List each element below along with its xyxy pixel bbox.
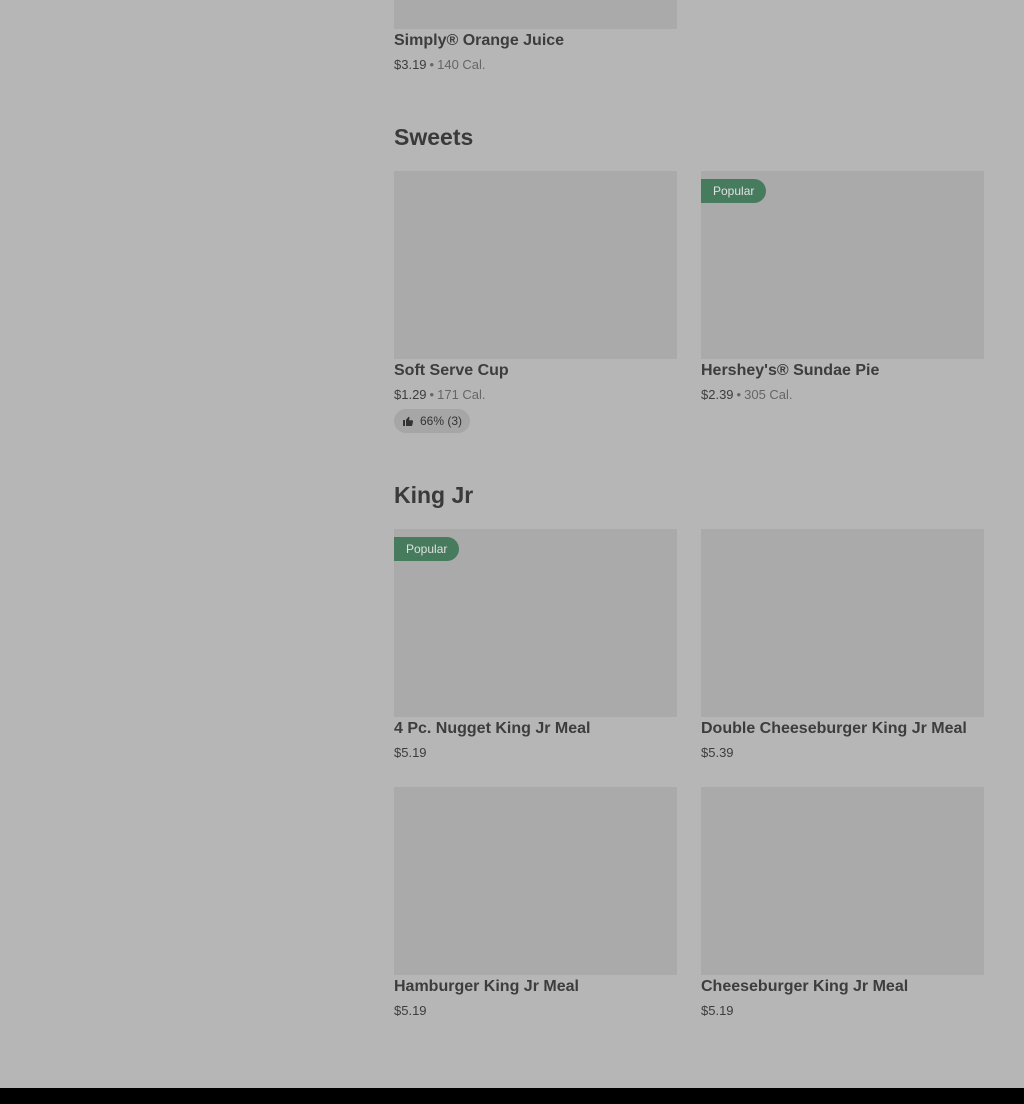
item-meta: $2.39 • 305 Cal. <box>701 387 793 402</box>
item-image <box>701 529 984 717</box>
item-name: Cheeseburger King Jr Meal <box>701 978 909 995</box>
item-image <box>701 787 984 975</box>
item-meta: $1.29 • 171 Cal. <box>394 387 486 402</box>
section-title-sweets: Sweets <box>394 124 474 150</box>
item-calories: 171 Cal. <box>437 387 486 402</box>
item-meta: $5.39 <box>701 745 734 760</box>
item-name: Soft Serve Cup <box>394 362 509 379</box>
menu-item-card[interactable]: Popular Hershey's® Sundae Pie $2.39 • 305 … <box>701 171 984 402</box>
item-name: Simply® Orange Juice <box>394 32 565 49</box>
item-price: $2.39 <box>701 387 734 402</box>
menu-page: Simply® Orange Juice $3.19 • 140 Cal. Swee… <box>0 0 1024 1104</box>
item-name: Hershey's® Sundae Pie <box>701 362 880 379</box>
item-meta: $5.19 <box>394 1003 427 1018</box>
item-image: Popular <box>394 529 677 717</box>
footer <box>0 1088 1024 1104</box>
item-image <box>394 787 677 975</box>
item-meta: $5.19 <box>394 745 427 760</box>
menu-item-card[interactable]: Hamburger King Jr Meal $5.19 <box>394 787 677 1018</box>
item-price: $1.29 <box>394 387 427 402</box>
item-name: Hamburger King Jr Meal <box>394 978 579 995</box>
popular-badge: Popular <box>394 537 460 561</box>
menu-item-card[interactable]: Soft Serve Cup $1.29 • 171 Cal. 66% (3) <box>394 171 677 433</box>
item-price: $3.19 <box>394 57 427 72</box>
item-price: $5.19 <box>394 745 427 760</box>
menu-item-card[interactable]: Cheeseburger King Jr Meal $5.19 <box>701 787 984 1018</box>
item-image <box>394 0 677 29</box>
popular-badge: Popular <box>701 179 767 203</box>
item-name: 4 Pc. Nugget King Jr Meal <box>394 720 591 737</box>
item-calories: 140 Cal. <box>437 57 486 72</box>
item-price: $5.39 <box>701 745 734 760</box>
item-meta: $3.19 • 140 Cal. <box>394 57 486 72</box>
item-name: Double Cheeseburger King Jr Meal <box>701 720 967 737</box>
meta-separator: • <box>736 387 742 402</box>
section-title-king-jr: King Jr <box>394 482 474 508</box>
menu-item-card[interactable]: Simply® Orange Juice $3.19 • 140 Cal. <box>394 0 677 72</box>
item-image: Popular <box>701 171 984 359</box>
item-image <box>394 171 677 359</box>
rating-text: 66% (3) <box>420 414 463 428</box>
item-calories: 305 Cal. <box>744 387 793 402</box>
thumbs-up-icon <box>402 415 414 427</box>
meta-separator: • <box>429 387 435 402</box>
menu-item-card[interactable]: Popular 4 Pc. Nugget King Jr Meal $5.19 <box>394 529 677 760</box>
item-price: $5.19 <box>394 1003 427 1018</box>
item-price: $5.19 <box>701 1003 734 1018</box>
meta-separator: • <box>429 57 435 72</box>
rating-badge: 66% (3) <box>394 409 471 433</box>
item-meta: $5.19 <box>701 1003 734 1018</box>
menu-item-card[interactable]: Double Cheeseburger King Jr Meal $5.39 <box>701 529 984 760</box>
